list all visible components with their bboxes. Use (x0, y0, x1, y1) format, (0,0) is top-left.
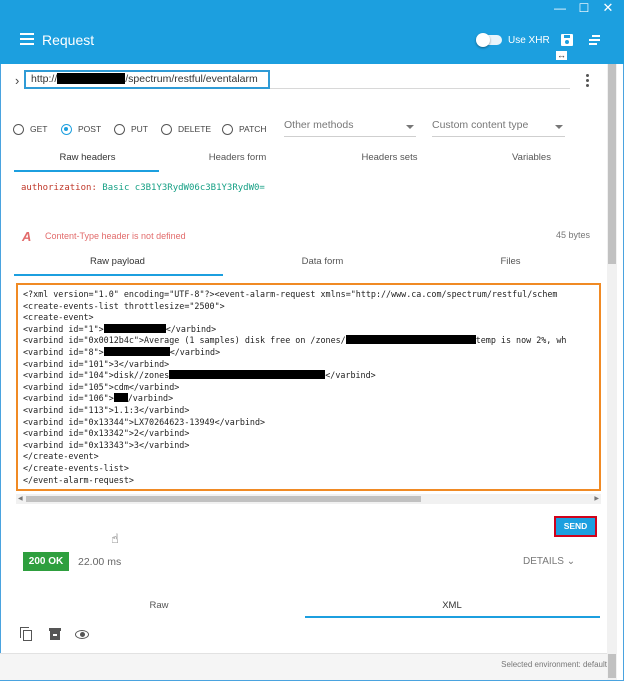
raw-headers-editor[interactable]: authorization: Basic c3B1Y3RydW06c3B1Y3R… (21, 183, 265, 193)
menu-icon[interactable] (20, 33, 34, 45)
payload-code: <?xml version="1.0" encoding="UTF-8"?><e… (23, 289, 566, 486)
chevron-down-icon: ⌄ (566, 556, 576, 567)
redacted-text (103, 346, 170, 356)
payload-tab-indicator (14, 274, 223, 276)
scrollbar-thumb[interactable] (608, 64, 616, 264)
radio-icon (161, 124, 172, 135)
close-icon[interactable]: ✕ (596, 0, 620, 18)
preview-eye-icon[interactable] (75, 627, 89, 641)
tab-raw-payload[interactable]: Raw payload (60, 251, 175, 273)
save-icon[interactable] (561, 34, 573, 46)
payload-line: <varbind id="105">cdm</varbind> (23, 381, 180, 392)
send-button[interactable]: SEND (554, 516, 597, 537)
status-footer: Selected environment: default (0, 653, 607, 680)
radio-icon (13, 124, 24, 135)
scroll-right-icon[interactable]: ▶ (594, 495, 599, 502)
notes-icon[interactable] (589, 35, 600, 45)
scrollbar-thumb-lower[interactable] (608, 654, 616, 678)
tab-headers-sets[interactable]: Headers sets (332, 147, 447, 169)
payload-line: </create-events-list> (23, 462, 129, 473)
payload-line: <?xml version="1.0" encoding="UTF-8"?><e… (23, 289, 558, 299)
other-methods-select[interactable]: Other methods (284, 119, 416, 137)
redacted-text (113, 393, 128, 403)
app-toolbar: Request Use XHR ↔ (0, 18, 624, 64)
payload-line: <varbind id="106">/varbind> (23, 393, 174, 404)
caret-down-icon (555, 125, 563, 129)
response-tab-indicator (305, 616, 600, 618)
payload-line: <varbind id="0x13344">LX70264623-13949</… (23, 416, 266, 427)
horizontal-scrollbar[interactable]: ◀ ▶ (16, 494, 601, 504)
minimize-icon[interactable]: — (548, 0, 572, 18)
use-xhr-toggle[interactable] (476, 33, 502, 47)
payload-line: <varbind id="104">disk//zones </varbind> (23, 370, 376, 381)
payload-line: <varbind id="113">1.1:3</varbind> (23, 404, 190, 415)
payload-line: </create-event> (23, 451, 99, 462)
payload-line: <varbind id="0x13342">2</varbind> (23, 428, 190, 439)
redacted-host (57, 73, 126, 84)
payload-line: <create-events-list throttlesize="2500"> (23, 300, 225, 311)
tab-xml[interactable]: XML (393, 597, 511, 615)
content-type-warning: Content-Type header is not defined (45, 231, 186, 241)
payload-line: <varbind id="1"> </varbind> (23, 323, 217, 334)
spellcheck-warning-icon: A (22, 229, 32, 244)
environment-label: Selected environment: default (501, 660, 607, 669)
tab-variables[interactable]: Variables (474, 147, 589, 169)
scroll-left-icon[interactable]: ◀ (18, 495, 23, 502)
content-type-select[interactable]: Custom content type (432, 119, 565, 137)
headers-size: 45 bytes (556, 230, 591, 240)
url-path: /spectrum/restful/eventalarm (125, 73, 258, 85)
maximize-icon[interactable]: ☐ (572, 0, 596, 18)
tab-files[interactable]: Files (453, 251, 568, 273)
radio-selected-icon (61, 124, 72, 135)
window-titlebar: — ☐ ✕ (0, 0, 624, 18)
radio-icon (114, 124, 125, 135)
url-input[interactable]: http:// /spectrum/restful/eventalarm (24, 70, 270, 89)
redacted-text (345, 335, 476, 345)
header-key: authorization: (21, 183, 97, 193)
page-title: Request (42, 32, 95, 48)
response-time: 22.00 ms (78, 556, 122, 568)
payload-line: <varbind id="8"> </varbind> (23, 346, 221, 357)
payload-line: <create-event> (23, 312, 94, 323)
payload-line: <varbind id="0x0012b4c">Average (1 sampl… (23, 335, 567, 346)
archive-icon[interactable] (48, 627, 62, 641)
tab-raw-headers[interactable]: Raw headers (30, 147, 145, 169)
raw-payload-editor[interactable]: <?xml version="1.0" encoding="UTF-8"?><e… (16, 283, 601, 491)
chevron-right-icon[interactable]: › (15, 73, 19, 88)
url-prefix: http:// (31, 73, 58, 85)
redacted-text (103, 323, 166, 333)
tab-data-form[interactable]: Data form (265, 251, 380, 273)
tab-raw[interactable]: Raw (100, 597, 218, 615)
url-underline (270, 88, 570, 89)
hand-cursor-icon: ☝ (111, 531, 119, 546)
header-tab-indicator (14, 170, 159, 172)
payload-line: </event-alarm-request> (23, 474, 134, 485)
payload-line: <varbind id="0x13343">3</varbind> (23, 439, 190, 450)
status-badge: 200 OK (23, 552, 69, 571)
copy-icon[interactable] (19, 627, 33, 641)
use-xhr-label: Use XHR (508, 35, 550, 46)
resize-cursor-icon: ↔ (556, 50, 567, 60)
vertical-scrollbar[interactable] (607, 64, 617, 680)
payload-line: <varbind id="101">3</varbind> (23, 358, 170, 369)
details-button[interactable]: DETAILS ⌄ (523, 556, 575, 567)
header-value: Basic c3B1Y3RydW06c3B1Y3RydW0= (102, 183, 265, 193)
radio-icon (222, 124, 233, 135)
hscroll-thumb[interactable] (26, 496, 421, 502)
caret-down-icon (406, 125, 414, 129)
toggle-knob (476, 33, 490, 47)
redacted-text (169, 370, 326, 380)
more-vert-icon[interactable] (586, 74, 590, 89)
tab-headers-form[interactable]: Headers form (180, 147, 295, 169)
